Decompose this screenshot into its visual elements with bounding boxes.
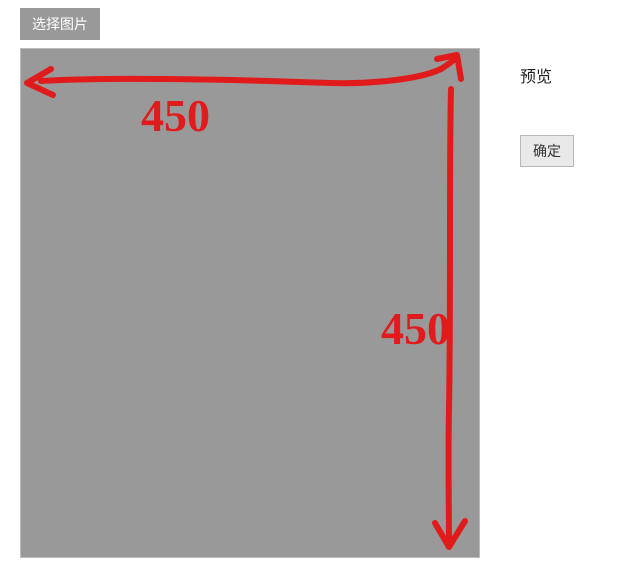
preview-label: 预览 (520, 63, 552, 87)
height-annotation-text: 450 (381, 303, 450, 354)
select-image-button[interactable]: 选择图片 (20, 8, 100, 40)
annotation-overlay: 450 450 (21, 49, 481, 559)
width-annotation-text: 450 (141, 90, 210, 141)
confirm-button[interactable]: 确定 (520, 135, 574, 167)
image-canvas[interactable]: 450 450 (20, 48, 480, 558)
